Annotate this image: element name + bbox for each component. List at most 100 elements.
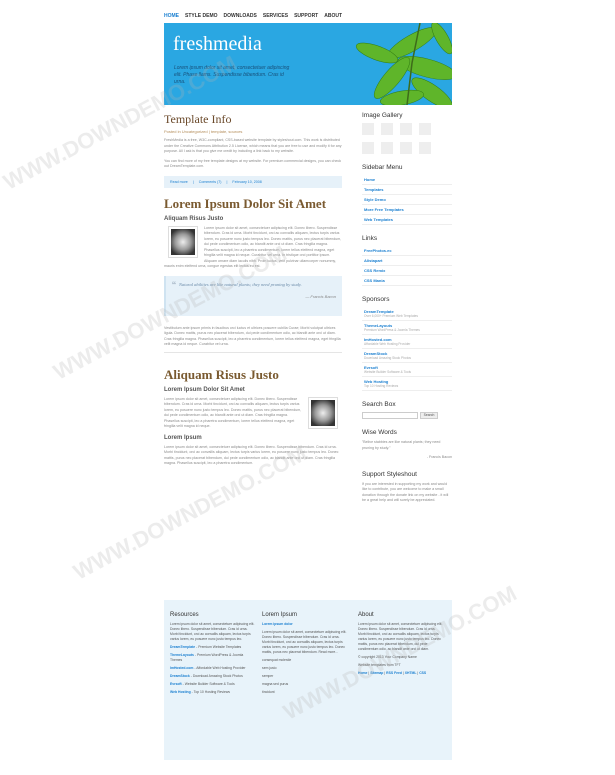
post1-thumbnail: [168, 225, 198, 258]
footer: Resources Lorem ipsum dolor sit amet, co…: [164, 600, 452, 760]
resource-item[interactable]: Web Hosting - Top 10 Hosting Reviews: [170, 690, 256, 695]
link-item[interactable]: CSS Mania: [362, 276, 452, 286]
lorem-head: Lorem ipsum dolor: [262, 622, 293, 626]
gallery-thumb[interactable]: [419, 142, 431, 154]
image-gallery: [362, 123, 452, 154]
header-banner: freshmedia Lorem ipsum dolor sit amet, c…: [164, 23, 452, 105]
links-title: Links: [362, 235, 378, 242]
nav-home[interactable]: HOME: [164, 13, 179, 19]
about-title: About: [358, 612, 374, 618]
post-meta: Posted in Uncategorized | template, sour…: [164, 129, 243, 134]
gallery-thumb[interactable]: [362, 142, 374, 154]
footer-lorem: Lorem Ipsum Lorem ipsum dolor Lorem ipsu…: [262, 612, 348, 695]
nav-style-demo[interactable]: STYLE DEMO: [185, 13, 218, 19]
sidebar-menu: Home Templates Style Demo More Free Temp…: [362, 175, 452, 225]
sponsor-item[interactable]: ImHosted.com Affordable Web Hosting Provi…: [362, 335, 452, 349]
comments-link[interactable]: Comments (7): [199, 180, 222, 184]
post1-body2: Vestibulum ante ipsum primis in faucibus…: [164, 325, 341, 347]
sponsors-title: Sponsors: [362, 296, 390, 303]
post2-thumbnail: [308, 396, 338, 429]
sidebar-menu-item[interactable]: Home: [362, 175, 452, 185]
lorem-title: Lorem Ipsum: [262, 612, 298, 618]
nav-support[interactable]: SUPPORT: [294, 13, 318, 19]
sponsor-item[interactable]: ThemeLayouts Premium WordPress & Joomla T…: [362, 321, 452, 335]
read-more-link[interactable]: Read more: [170, 180, 188, 184]
sidebar-menu-title: Sidebar Menu: [362, 164, 403, 171]
quote-icon: “: [172, 278, 176, 293]
post-date: February 10, 2008: [232, 179, 262, 184]
post1-subtitle: Aliquam Risus Justo: [164, 215, 224, 222]
link-item[interactable]: CSS Remix: [362, 266, 452, 276]
footer-link[interactable]: Home: [358, 671, 367, 675]
main-content: Template Info Posted in Uncategorized | …: [164, 112, 342, 467]
post2-subtitle: Lorem Ipsum Dolor Sit Amet: [164, 386, 245, 393]
footer-resources: Resources Lorem ipsum dolor sit amet, co…: [170, 612, 256, 695]
sidebar-menu-item[interactable]: Style Demo: [362, 195, 452, 205]
sponsor-item[interactable]: DreamStock Download Amazing Stock Photos: [362, 349, 452, 363]
link-item[interactable]: Alistapart: [362, 256, 452, 266]
nav-services[interactable]: SERVICES: [263, 13, 288, 19]
footer-link[interactable]: Sitemap: [370, 671, 383, 675]
post2-title[interactable]: Aliquam Risus Justo: [164, 367, 342, 383]
about-text: Lorem ipsum dolor sit amet, consectetuer…: [358, 622, 443, 651]
lorem-text: Lorem ipsum dolor sit amet, consectetuer…: [262, 630, 347, 654]
gallery-thumb[interactable]: [381, 142, 393, 154]
footer-link[interactable]: XHTML: [405, 671, 417, 675]
sponsor-item[interactable]: DreamTemplate Over 6,000+ Premium Web Tem…: [362, 307, 452, 321]
template-info-p1: FreshMedia is a free, W3C-compliant, CSS…: [164, 138, 342, 153]
resource-item[interactable]: ThemeLayouts - Premium WordPress & Jooml…: [170, 653, 256, 663]
support-text: If you are interested in supporting my w…: [362, 481, 449, 503]
lorem-link[interactable]: consequat molestie: [262, 658, 348, 663]
top-nav: HOME STYLE DEMO DOWNLOADS SERVICES SUPPO…: [164, 10, 452, 22]
bottom-links: Home | Sitemap | RSS Feed | XHTML | CSS: [358, 671, 427, 675]
plant-image: [355, 23, 452, 105]
template-info-p2: You can find more of my free template de…: [164, 158, 342, 169]
resource-item[interactable]: ImHosted.com - Affordable Web Hosting Pr…: [170, 666, 256, 671]
quote-author: — Francis Bacon: [305, 293, 336, 299]
footer-link[interactable]: RSS Feed: [386, 671, 402, 675]
nav-about[interactable]: ABOUT: [324, 13, 342, 19]
lorem-link[interactable]: sem justo: [262, 666, 348, 671]
gallery-thumb[interactable]: [400, 142, 412, 154]
wise-words-text: "Belive stabbies are like natural plants…: [362, 440, 441, 450]
sidebar-menu-item[interactable]: Templates: [362, 185, 452, 195]
link-item[interactable]: FreePhotos.ec: [362, 246, 452, 256]
design-credit[interactable]: Website templates from TFT: [358, 663, 444, 668]
gallery-thumb[interactable]: [381, 123, 393, 135]
sidebar-menu-item[interactable]: More Free Templates: [362, 205, 452, 215]
lorem-link[interactable]: magna sed purus: [262, 682, 348, 687]
post1-title[interactable]: Lorem Ipsum Dolor Sit Amet: [164, 196, 342, 212]
resource-item[interactable]: DreamStock - Download Amazing Stock Phot…: [170, 674, 256, 679]
footer-link[interactable]: CSS: [419, 671, 426, 675]
nav-downloads[interactable]: DOWNLOADS: [224, 13, 257, 19]
sponsor-item[interactable]: Web Hosting Top 10 Hosting Reviews: [362, 377, 452, 391]
post-footer-meta: Read more | Comments (7) | February 10, 20…: [164, 175, 342, 188]
post2-body2: Lorem ipsum dolor sit amet, consectetuer…: [164, 444, 339, 466]
gallery-title: Image Gallery: [362, 112, 403, 119]
copyright: © copyright 2013 Your Company Name: [358, 655, 417, 659]
sidebar-menu-item[interactable]: Web Templates: [362, 215, 452, 225]
sponsors-list: DreamTemplate Over 6,000+ Premium Web Tem…: [362, 307, 452, 391]
gallery-thumb[interactable]: [400, 123, 412, 135]
sponsor-item[interactable]: Evrsoft Website Builder Software & Tools: [362, 363, 452, 377]
post2-sub2: Lorem Ipsum: [164, 434, 202, 441]
search-input[interactable]: [362, 412, 418, 419]
resource-item[interactable]: Evrsoft - Website Builder Software & Too…: [170, 682, 256, 687]
gallery-thumb[interactable]: [362, 123, 374, 135]
links-list: FreePhotos.ec Alistapart CSS Remix CSS M…: [362, 246, 452, 286]
support-title: Support Styleshout: [362, 470, 417, 478]
wise-words-title: Wise Words: [362, 429, 397, 436]
sidebar: Image Gallery Sidebar Menu Home Template…: [362, 112, 452, 504]
resources-title: Resources: [170, 612, 199, 618]
template-info-title[interactable]: Template Info: [164, 112, 342, 127]
search-button[interactable]: Search: [420, 412, 438, 419]
blockquote: “ Natural abilities are like natural pla…: [164, 275, 342, 316]
search-title: Search Box: [362, 401, 396, 408]
wise-words-author: - Francis Bacon: [426, 455, 452, 459]
site-title[interactable]: freshmedia: [173, 33, 262, 56]
lorem-link[interactable]: tincidunt: [262, 690, 348, 695]
resource-item[interactable]: DreamTemplate - Premium Website Template…: [170, 645, 256, 650]
lorem-link[interactable]: semper: [262, 674, 348, 679]
gallery-thumb[interactable]: [419, 123, 431, 135]
resources-intro: Lorem ipsum dolor sit amet, consectetuer…: [170, 622, 255, 641]
